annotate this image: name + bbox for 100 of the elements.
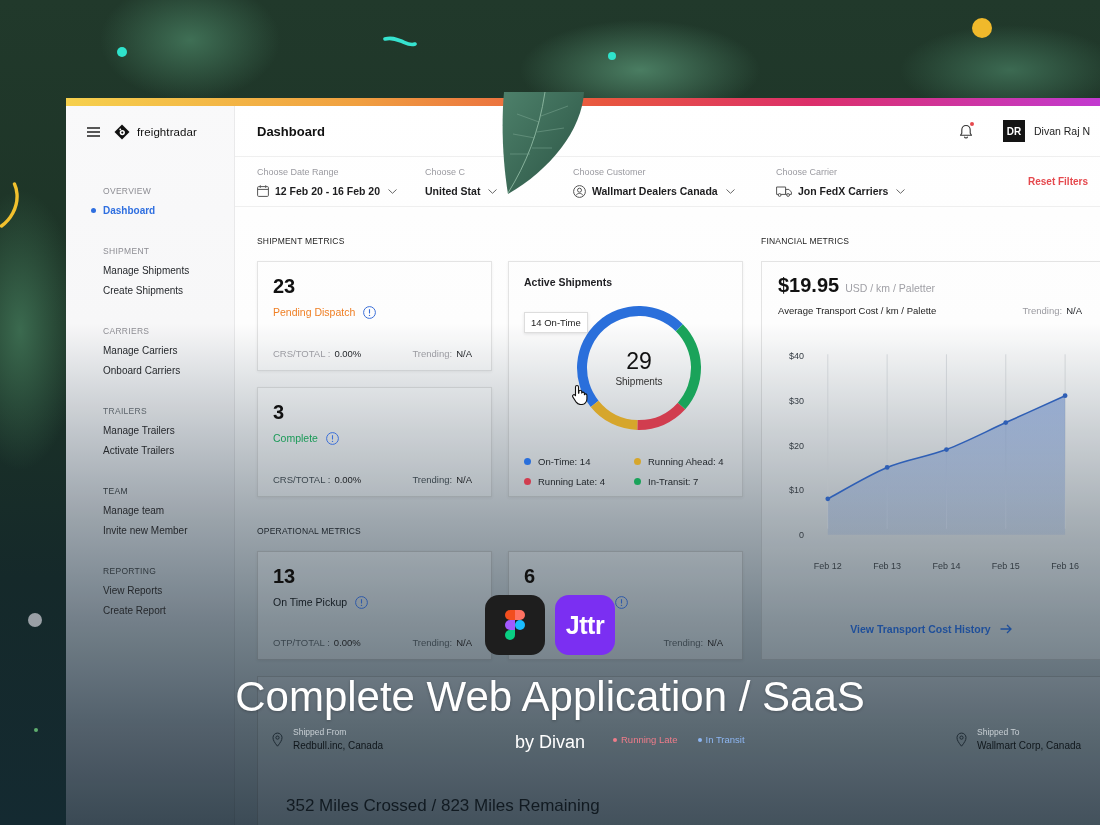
axis-label: Feb 15 <box>991 560 1020 571</box>
filter-dropdown[interactable]: Jon FedX Carriers <box>776 183 906 199</box>
dot-icon <box>117 47 127 57</box>
nav-item[interactable]: Manage Shipments <box>103 260 190 280</box>
avatar[interactable]: DR <box>1002 120 1025 142</box>
logo-icon <box>114 123 130 140</box>
nav-item[interactable]: Onboard Carriers <box>103 360 181 380</box>
section-label: OVERVIEW <box>103 185 152 198</box>
ratio-value: 0.00% <box>334 474 362 485</box>
app-logo-icon <box>485 595 545 655</box>
trend-label: Trending: <box>1022 304 1063 316</box>
metric-value: 13 <box>273 564 296 589</box>
axis-label: Feb 13 <box>873 560 902 571</box>
distance-summary: 352 Miles Crossed / 823 Miles Remaining <box>286 796 600 816</box>
nav-item[interactable]: Manage Carriers <box>103 340 178 360</box>
dot-icon <box>608 52 616 60</box>
trend-value: N/A <box>707 637 723 648</box>
ratio-label: CRS/TOTAL : <box>273 348 331 359</box>
filter-dropdown[interactable]: 12 Feb 20 - 16 Feb 20 <box>257 183 398 199</box>
squiggle-icon <box>383 35 417 49</box>
page-title: Dashboard <box>257 123 325 139</box>
trend-label: Trending: <box>663 637 704 648</box>
truck-icon <box>776 185 792 197</box>
status-label: In Transit <box>705 734 745 745</box>
tooltip: 14 On-Time <box>524 312 588 333</box>
axis-label: Feb 12 <box>813 560 842 571</box>
filter-dropdown[interactable]: United Stat <box>425 183 498 199</box>
location-pin-icon <box>956 732 967 747</box>
nav-item[interactable]: Activate Trailers <box>103 440 175 460</box>
legend-label: Running Ahead: 4 <box>648 455 724 467</box>
location-pin-icon <box>272 732 283 747</box>
trend-label: Trending: <box>412 637 453 648</box>
chevron-down-icon <box>725 188 735 194</box>
section-label: TRAILERS <box>103 405 147 418</box>
nav-item[interactable]: Manage team <box>103 500 165 520</box>
section-heading: SHIPMENT METRICS <box>257 235 345 248</box>
trend-value: N/A <box>456 637 472 648</box>
axis-label: 0 <box>798 530 804 541</box>
metric-label: Pending Dispatch <box>273 306 356 318</box>
filter-dropdown[interactable]: Wallmart Dealers Canada <box>573 183 735 199</box>
data-point <box>884 465 890 470</box>
route-value: Wallmart Corp, Canada <box>977 739 1082 753</box>
route-label: Shipped To <box>977 726 1020 739</box>
metric-value: 23 <box>273 274 296 299</box>
axis-label: $30 <box>788 395 804 406</box>
nav-item[interactable]: View Reports <box>103 580 163 600</box>
trend-value: N/A <box>1066 304 1082 316</box>
nav-item[interactable]: Create Shipments <box>103 280 184 300</box>
donut-total: 29 <box>626 348 652 374</box>
dot-icon <box>34 728 38 732</box>
section-heading: FINANCIAL METRICS <box>761 235 850 248</box>
axis-label: $20 <box>788 440 804 451</box>
route-label: Shipped From <box>293 726 347 739</box>
status-label: Running Late <box>621 734 678 745</box>
calendar-icon <box>257 185 269 197</box>
filter-label: Choose Date Range <box>257 166 339 178</box>
filter-label: Choose Customer <box>573 166 646 178</box>
axis-label: Feb 16 <box>1051 560 1080 571</box>
metric-value: 6 <box>524 564 536 589</box>
dot-icon <box>28 613 42 627</box>
section-label: CARRIERS <box>103 325 150 338</box>
legend-label: Running Late: 4 <box>538 475 606 487</box>
chevron-down-icon <box>388 188 398 194</box>
section-heading: OPERATIONAL METRICS <box>257 525 361 538</box>
nav-item[interactable]: Invite new Member <box>103 520 188 540</box>
metric-label: Average Transport Cost / km / Palette <box>778 304 937 316</box>
route-value: Redbull.inc, Canada <box>293 739 384 753</box>
info-icon[interactable] <box>615 595 628 609</box>
arc-icon <box>0 182 20 228</box>
ratio-value: 0.00% <box>333 637 361 648</box>
promo-title: Complete Web Application / SaaS <box>235 673 865 721</box>
nav-item[interactable]: Create Report <box>103 600 166 620</box>
brand-name: freightradar <box>137 125 197 138</box>
reset-filters-button[interactable]: Reset Filters <box>1027 176 1088 187</box>
trend-label: Trending: <box>412 474 453 485</box>
metric-label: On Time Pickup <box>273 596 348 608</box>
filter-label: Choose Carrier <box>776 166 838 178</box>
donut-caption: Shipments <box>615 376 663 387</box>
chevron-down-icon <box>488 188 498 194</box>
data-point <box>944 447 949 452</box>
metric-label: Complete <box>273 432 318 444</box>
app-logo: Jttr <box>555 595 615 655</box>
data-point <box>1003 420 1009 425</box>
ratio-label: OTP/TOTAL : <box>273 637 330 648</box>
axis-label: $40 <box>788 350 804 361</box>
nav-item[interactable]: Dashboard <box>91 200 156 220</box>
user-circle-icon <box>573 184 586 198</box>
trend-value: N/A <box>456 348 472 359</box>
bell-icon[interactable] <box>958 123 973 139</box>
card-title: Active Shipments <box>524 275 613 289</box>
menu-icon[interactable] <box>87 126 100 137</box>
section-label: SHIPMENT <box>103 245 150 258</box>
trend-value: N/A <box>456 474 472 485</box>
amount-unit: USD / km / Paletter <box>845 282 936 294</box>
filter-label: Choose C <box>425 166 466 178</box>
info-icon[interactable] <box>363 305 377 319</box>
nav-item[interactable]: Manage Trailers <box>103 420 175 440</box>
trend-label: Trending: <box>412 348 453 359</box>
info-icon[interactable] <box>325 431 339 445</box>
ratio-label: CRS/TOTAL : <box>273 474 331 485</box>
